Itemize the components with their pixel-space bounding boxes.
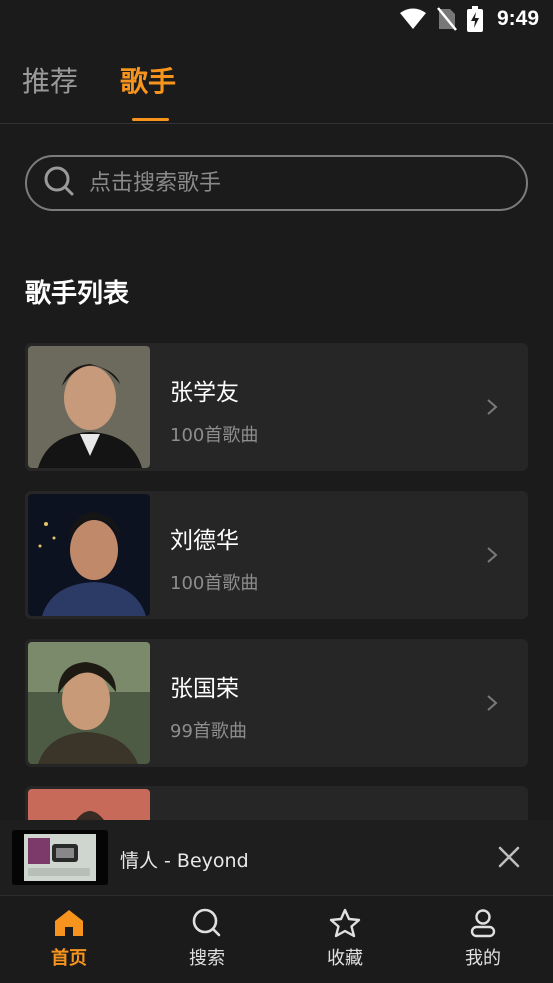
nav-favorites[interactable]: 收藏 bbox=[295, 908, 395, 974]
singer-name: 刘德华 bbox=[170, 528, 239, 554]
nav-profile[interactable]: 我的 bbox=[433, 908, 533, 974]
nav-home-label: 首页 bbox=[51, 948, 87, 969]
chevron-right-icon bbox=[486, 546, 498, 568]
bottom-nav: 首页 搜索 收藏 我的 bbox=[0, 896, 553, 983]
battery-charging-icon bbox=[466, 6, 483, 32]
status-time: 9:49 bbox=[496, 7, 539, 30]
singer-list[interactable]: 张学友 100首歌曲 刘德华 100首歌曲 张国荣 99首歌曲 bbox=[25, 343, 528, 820]
singer-avatar bbox=[28, 346, 150, 468]
chevron-right-icon bbox=[486, 694, 498, 716]
mini-player[interactable]: 情人 - Beyond bbox=[0, 820, 553, 895]
nav-search-label: 搜索 bbox=[189, 948, 225, 969]
active-tab-indicator bbox=[132, 118, 169, 121]
no-sim-icon bbox=[437, 7, 457, 31]
nav-search[interactable]: 搜索 bbox=[157, 908, 257, 974]
close-icon[interactable] bbox=[497, 845, 521, 873]
singer-name: 张学友 bbox=[170, 380, 239, 406]
header-divider bbox=[0, 123, 553, 124]
search-icon bbox=[157, 908, 257, 938]
section-title: 歌手列表 bbox=[25, 279, 130, 309]
singer-card-zhang-guorong[interactable]: 张国荣 99首歌曲 bbox=[25, 639, 528, 767]
singer-name: 张国荣 bbox=[170, 676, 239, 702]
user-icon bbox=[433, 908, 533, 938]
wifi-icon bbox=[399, 8, 427, 30]
nav-profile-label: 我的 bbox=[465, 948, 501, 969]
singer-avatar bbox=[28, 494, 150, 616]
status-bar: 9:49 bbox=[0, 0, 553, 38]
song-count: 99首歌曲 bbox=[170, 721, 247, 742]
song-count: 100首歌曲 bbox=[170, 573, 259, 594]
tab-recommend[interactable]: 推荐 bbox=[22, 60, 78, 100]
top-tabs: 推荐 歌手 bbox=[0, 52, 553, 122]
chevron-right-icon bbox=[486, 398, 498, 420]
home-icon bbox=[19, 908, 119, 938]
search-bar[interactable] bbox=[25, 155, 528, 211]
now-playing-title[interactable]: 情人 - Beyond bbox=[120, 846, 249, 873]
song-count: 100首歌曲 bbox=[170, 425, 259, 446]
singer-card-liu-dehua[interactable]: 刘德华 100首歌曲 bbox=[25, 491, 528, 619]
star-icon bbox=[295, 908, 395, 938]
singer-card-partial[interactable] bbox=[25, 786, 528, 820]
singer-card-zhang-xueyou[interactable]: 张学友 100首歌曲 bbox=[25, 343, 528, 471]
tab-singers[interactable]: 歌手 bbox=[120, 60, 176, 100]
nav-favorites-label: 收藏 bbox=[327, 948, 363, 969]
nav-home[interactable]: 首页 bbox=[19, 908, 119, 974]
search-input[interactable] bbox=[89, 170, 489, 196]
singer-avatar bbox=[28, 642, 150, 764]
singer-avatar bbox=[28, 789, 150, 820]
search-icon bbox=[43, 165, 75, 201]
album-cover bbox=[12, 830, 108, 885]
